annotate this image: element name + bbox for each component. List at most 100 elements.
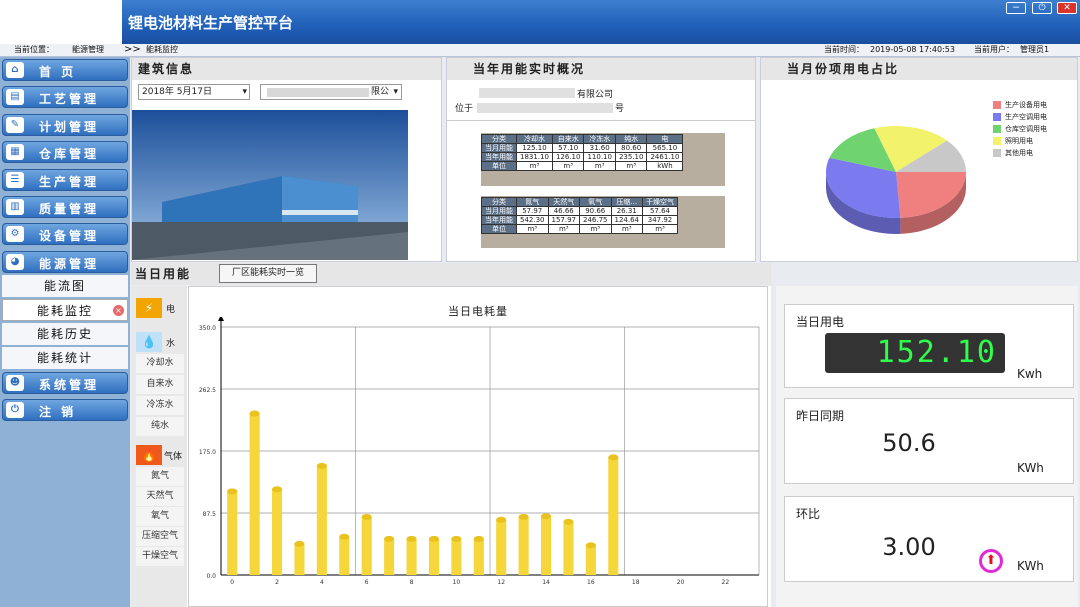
chart-bar bbox=[540, 516, 552, 575]
gas-type-item[interactable]: 天然气 bbox=[136, 487, 184, 506]
table-header: 分类 bbox=[481, 197, 517, 207]
table-header: 压缩... bbox=[610, 197, 643, 207]
legend-item: 其他用电 bbox=[993, 148, 1080, 158]
nav-item-4[interactable]: ☰ 生产管理 bbox=[2, 168, 128, 191]
close-button[interactable]: ✕ bbox=[1057, 2, 1077, 14]
table-cell: m³ bbox=[614, 161, 648, 171]
table-cell: 31.60 bbox=[583, 143, 616, 153]
type-elec[interactable]: ⚡ 电 bbox=[136, 298, 184, 318]
redacted-text bbox=[267, 88, 369, 97]
chart-area: 当日电耗量 0.0 87.5 175.0 262.5 350.0 0 2 4 6 8 10 12 14 1… bbox=[188, 286, 768, 607]
nav-label: 工艺管理 bbox=[39, 92, 100, 107]
chart-bar-cap bbox=[540, 513, 552, 520]
x-tick-label: 0 bbox=[230, 579, 234, 586]
nav-label: 生产管理 bbox=[39, 174, 100, 189]
water-type-item[interactable]: 自来水 bbox=[136, 375, 184, 394]
water-type-item[interactable]: 冷冻水 bbox=[136, 396, 184, 415]
chart-icon: ▥ bbox=[6, 199, 24, 215]
building-select[interactable]: 限公 ▾ bbox=[260, 84, 402, 100]
table-cell: kWh bbox=[646, 161, 684, 171]
nav-item-1[interactable]: ▤ 工艺管理 bbox=[2, 86, 128, 109]
time-label: 当前时间： bbox=[824, 45, 864, 54]
chart-bar bbox=[428, 538, 440, 575]
y-axis-arrow bbox=[218, 317, 224, 321]
close-icon[interactable]: × bbox=[113, 305, 124, 316]
ratio-box: 环比 3.00 ⬆ KWh bbox=[784, 496, 1074, 582]
table-cell: m³ bbox=[551, 161, 585, 171]
legend-item: 照明用电 bbox=[993, 136, 1080, 146]
chart-bar-cap bbox=[428, 535, 440, 542]
gas-type-item[interactable]: 压缩空气 bbox=[136, 527, 184, 546]
table-row: 当月用能 57.97 46.66 90.66 26.31 57.64 bbox=[481, 206, 678, 216]
address-label: 位于 bbox=[455, 104, 474, 114]
sub-nav-item-0[interactable]: 能流图 bbox=[2, 275, 128, 297]
sub-nav-item-1[interactable]: 能耗监控 × bbox=[2, 299, 128, 321]
ratio-unit: KWh bbox=[1017, 559, 1044, 573]
gas-type-item[interactable]: 干燥空气 bbox=[136, 547, 184, 566]
table-header: 分类 bbox=[481, 134, 517, 144]
nav-item-2[interactable]: ✎ 计划管理 bbox=[2, 113, 128, 136]
today-box: 当日用电 152.10 Kwh bbox=[784, 304, 1074, 388]
nav-bottom-item-0[interactable]: ☻ 系统管理 bbox=[2, 372, 128, 394]
type-water[interactable]: 💧 水 bbox=[136, 332, 184, 352]
table-cell: 当年用能 bbox=[481, 215, 517, 225]
nav-label: 能源管理 bbox=[39, 256, 100, 271]
sub-nav-item-2[interactable]: 能耗历史 bbox=[2, 323, 128, 345]
sub-nav-item-3[interactable]: 能耗统计 bbox=[2, 347, 128, 369]
month-panel: 当月份项用电占比 生产设备用电生产空调用电仓库空调用电照明用电其他用电 bbox=[760, 57, 1078, 262]
x-tick-label: 8 bbox=[410, 579, 414, 586]
table-row: 当月用能 125.10 57.10 31.60 80.60 565.10 bbox=[481, 143, 684, 153]
nav-item-5[interactable]: ▥ 质量管理 bbox=[2, 196, 128, 218]
overview-button[interactable]: 厂区能耗实时一览 bbox=[219, 264, 317, 283]
building-photo bbox=[132, 110, 408, 260]
stats-panel: 当日用电 152.10 Kwh 昨日同期 50.6 KWh 环比 3.00 ⬆ … bbox=[776, 286, 1078, 607]
table-cell: 单位 bbox=[481, 161, 517, 171]
nav-item-0[interactable]: ⌂ 首 页 bbox=[2, 59, 128, 81]
table-cell: 当年用能 bbox=[481, 152, 517, 162]
table-row: 当年用能 542.30 157.97 246.75 124.64 347.92 bbox=[481, 215, 678, 225]
gas-type-item[interactable]: 氧气 bbox=[136, 507, 184, 526]
table-cell: 1831.10 bbox=[516, 152, 553, 162]
legend-label: 照明用电 bbox=[1005, 137, 1033, 145]
legend-label: 生产空调用电 bbox=[1005, 113, 1047, 121]
table-cell: 347.92 bbox=[642, 215, 678, 225]
legend-item: 仓库空调用电 bbox=[993, 124, 1080, 134]
type-water-label: 水 bbox=[166, 339, 176, 349]
minimize-button[interactable]: − bbox=[1006, 2, 1026, 14]
date-picker[interactable]: 2018年 5月17日 ▾ bbox=[138, 84, 250, 100]
legend-swatch bbox=[993, 101, 1001, 109]
breadcrumb-item-energy[interactable]: 能源管理 bbox=[72, 44, 104, 56]
user-label: 当前用户： bbox=[974, 45, 1014, 54]
type-gas[interactable]: 🔥 气体 bbox=[136, 445, 184, 465]
water-type-item[interactable]: 冷却水 bbox=[136, 354, 184, 373]
chart-bar-cap bbox=[249, 410, 260, 417]
current-time: 2019-05-08 17:40:53 bbox=[870, 45, 955, 54]
power-button[interactable]: ⏻ bbox=[1032, 2, 1052, 14]
type-elec-label: 电 bbox=[166, 305, 176, 315]
chart-bar-cap bbox=[563, 518, 574, 525]
chart-bar-cap bbox=[316, 462, 327, 469]
today-label: 当日用电 bbox=[796, 315, 845, 329]
chart-bar bbox=[227, 491, 238, 575]
breadcrumb-separator: >> bbox=[124, 44, 141, 55]
table-cell: 46.66 bbox=[547, 206, 580, 216]
system-icon: ☻ bbox=[6, 375, 24, 391]
nav-bottom-item-1[interactable]: ⏻ 注 销 bbox=[2, 399, 128, 421]
water-type-item[interactable]: 纯水 bbox=[136, 417, 184, 436]
table-cell: 246.75 bbox=[579, 215, 612, 225]
warehouse-icon: ▦ bbox=[6, 144, 24, 161]
building-title: 建筑信息 bbox=[132, 58, 441, 80]
table-row: 单位 m³ m³ m³ m³ m³ bbox=[481, 224, 678, 234]
legend-item: 生产设备用电 bbox=[993, 100, 1080, 110]
month-title: 当月份项用电占比 bbox=[761, 58, 1077, 80]
gas-type-item[interactable]: 氮气 bbox=[136, 467, 184, 486]
chart-bar-cap bbox=[227, 488, 238, 495]
nav-item-6[interactable]: ⚙ 设备管理 bbox=[2, 223, 128, 246]
nav-item-3[interactable]: ▦ 仓库管理 bbox=[2, 141, 128, 164]
nav-item-7[interactable]: ◕ 能源管理 bbox=[2, 250, 128, 273]
gas-table: 分类 氮气 天然气 氧气 压缩... 干燥空气 当月用能 57.97 46.66 90.66 26.… bbox=[481, 197, 678, 234]
app-header: 锂电池材料生产管控平台 − ⏻ ✕ bbox=[0, 0, 1080, 44]
chart-bar bbox=[563, 521, 574, 575]
chart-bar bbox=[451, 538, 462, 575]
sidebar: ⌂ 首 页 ▤ 工艺管理 ✎ 计划管理 ▦ 仓库管理 ☰ 生产管理 ▥ 质量管理 ⚙ 设备管理 ◕ 能源管理能… bbox=[0, 57, 130, 607]
